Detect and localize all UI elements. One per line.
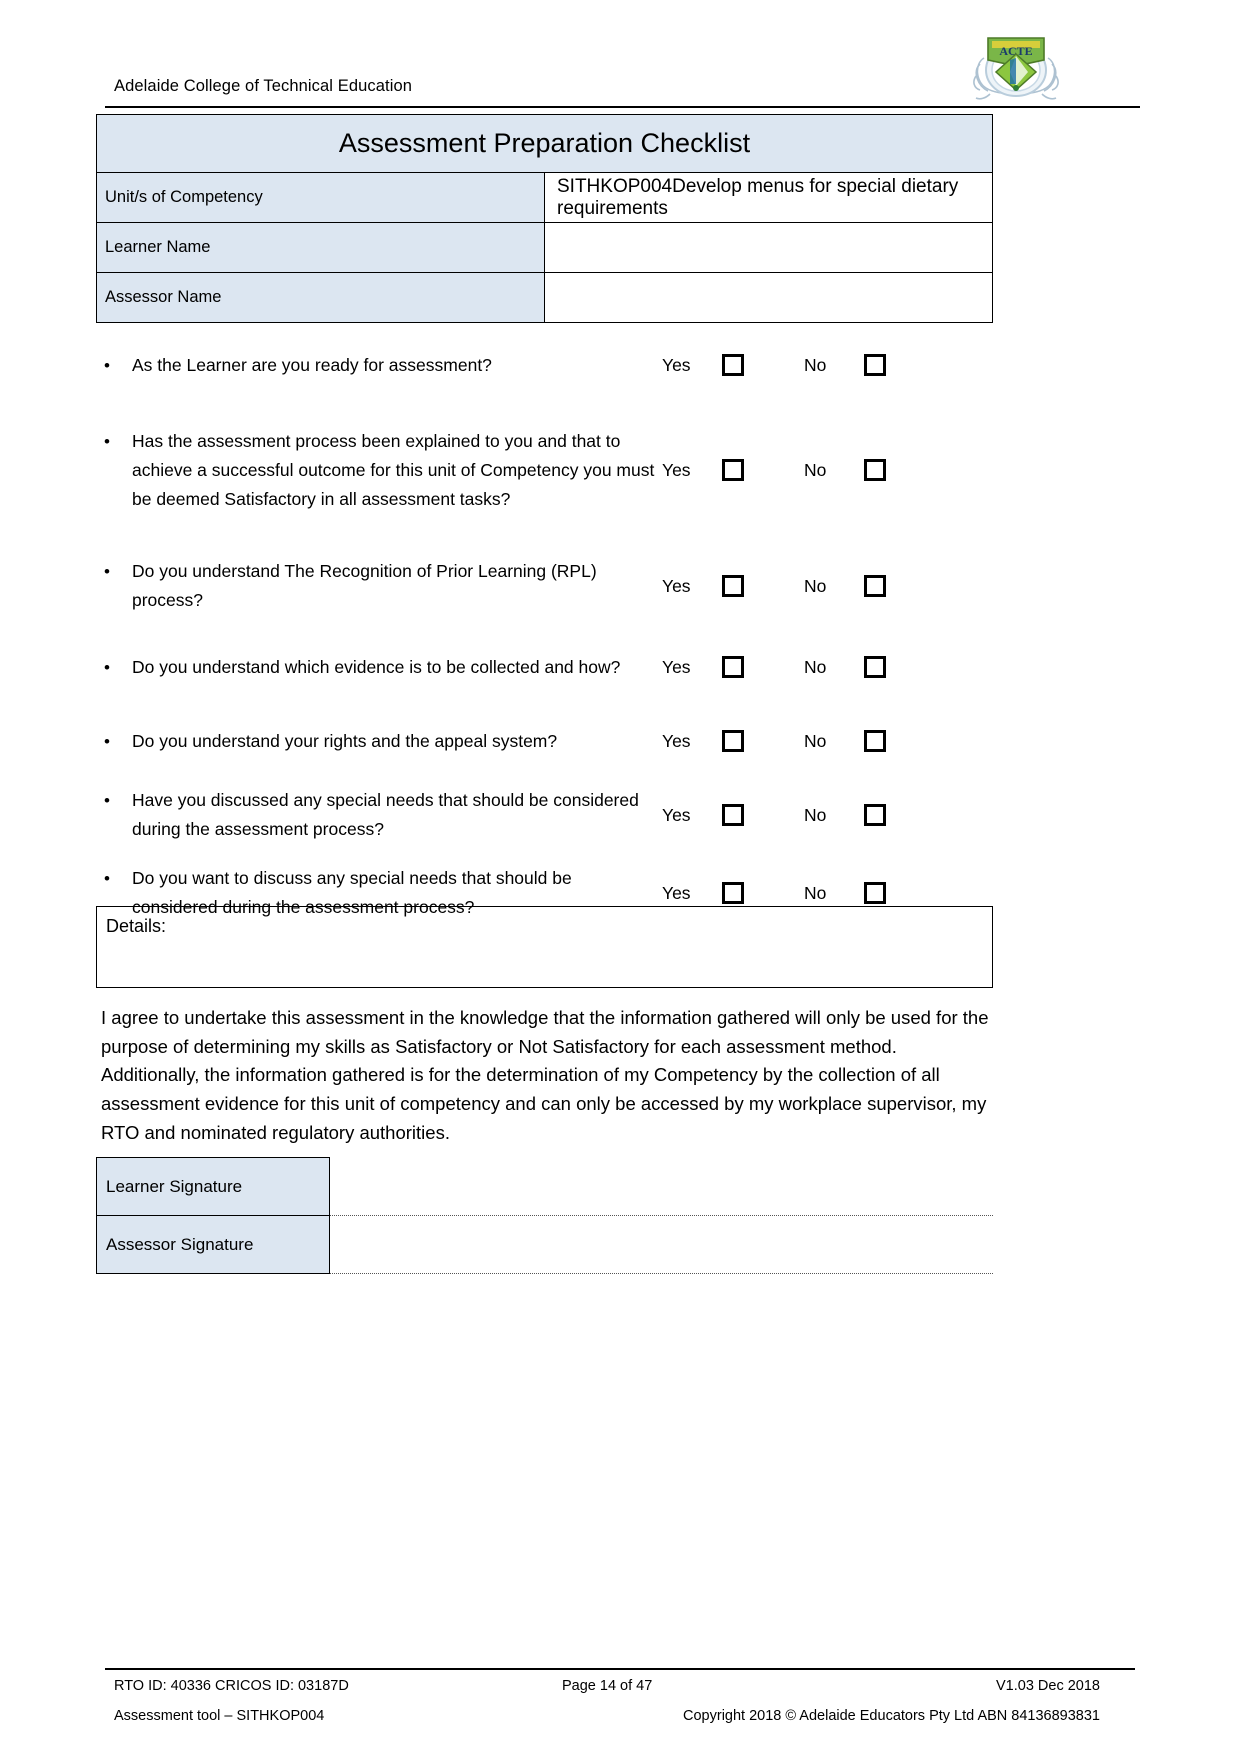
header-divider xyxy=(105,106,1140,108)
checkbox-yes[interactable] xyxy=(722,354,744,376)
checkbox-no[interactable] xyxy=(864,656,886,678)
details-input-box[interactable]: Details: xyxy=(96,906,993,988)
checkbox-no[interactable] xyxy=(864,730,886,752)
checklist-questions: • As the Learner are you ready for asses… xyxy=(96,334,993,932)
bullet-icon: • xyxy=(104,431,110,451)
checkbox-no[interactable] xyxy=(864,804,886,826)
question-text: Do you understand which evidence is to b… xyxy=(132,656,621,677)
yes-label: Yes xyxy=(662,354,691,375)
table-row-learner-signature: Learner Signature xyxy=(96,1157,993,1216)
table-row-title: Assessment Preparation Checklist xyxy=(96,114,993,173)
checkbox-yes[interactable] xyxy=(722,882,744,904)
no-label: No xyxy=(804,459,827,480)
no-label: No xyxy=(804,730,827,751)
table-row-assessor-name: Assessor Name xyxy=(96,272,993,323)
label-assessor-signature: Assessor Signature xyxy=(96,1215,330,1274)
checklist-item: • As the Learner are you ready for asses… xyxy=(96,334,993,396)
question-text: Has the assessment process been explaine… xyxy=(132,430,655,509)
checkbox-no[interactable] xyxy=(864,882,886,904)
label-assessor-name: Assessor Name xyxy=(96,272,545,323)
value-learner-signature[interactable] xyxy=(329,1157,993,1216)
checklist-item: • Has the assessment process been explai… xyxy=(96,396,993,544)
details-label: Details: xyxy=(106,916,167,936)
answer-group: Yes No xyxy=(662,730,886,752)
footer-copyright: Copyright 2018 © Adelaide Educators Pty … xyxy=(683,1708,1100,1724)
bullet-icon: • xyxy=(104,731,110,751)
value-assessor-signature[interactable] xyxy=(329,1215,993,1274)
document-page: Adelaide College of Technical Education … xyxy=(0,0,1241,1754)
checkbox-yes[interactable] xyxy=(722,656,744,678)
value-assessor-name[interactable] xyxy=(544,272,993,323)
page-header: Adelaide College of Technical Education … xyxy=(105,28,1140,108)
no-label: No xyxy=(804,882,827,903)
answer-group: Yes No xyxy=(662,575,886,597)
footer-assessment-tool: Assessment tool – SITHKOP004 xyxy=(114,1708,325,1724)
bullet-icon: • xyxy=(104,791,110,810)
checkbox-yes[interactable] xyxy=(722,575,744,597)
footer-rto-id: RTO ID: 40336 CRICOS ID: 03187D xyxy=(114,1678,349,1694)
value-learner-name[interactable] xyxy=(544,222,993,273)
yes-label: Yes xyxy=(662,656,691,677)
question-text: Do you understand your rights and the ap… xyxy=(132,730,558,751)
agreement-paragraph: I agree to undertake this assessment in … xyxy=(101,1007,989,1143)
bullet-icon: • xyxy=(104,657,110,677)
college-crest-logo-icon: ACTE xyxy=(970,24,1062,106)
checkbox-yes[interactable] xyxy=(722,730,744,752)
assessment-info-table: Assessment Preparation Checklist Unit/s … xyxy=(96,114,993,323)
label-unit-of-competency: Unit/s of Competency xyxy=(96,172,545,223)
answer-group: Yes No xyxy=(662,882,886,904)
checkbox-yes[interactable] xyxy=(722,459,744,481)
no-label: No xyxy=(804,354,827,375)
yes-label: Yes xyxy=(662,575,691,596)
answer-group: Yes No xyxy=(662,354,886,376)
answer-group: Yes No xyxy=(662,804,886,826)
checklist-item: • Do you understand The Recognition of P… xyxy=(96,544,993,628)
bullet-icon: • xyxy=(104,562,110,581)
footer-version: V1.03 Dec 2018 xyxy=(996,1678,1100,1694)
checkbox-yes[interactable] xyxy=(722,804,744,826)
question-text: As the Learner are you ready for assessm… xyxy=(132,354,492,375)
question-text: Do you understand The Recognition of Pri… xyxy=(132,561,597,610)
yes-label: Yes xyxy=(662,804,691,825)
yes-label: Yes xyxy=(662,459,691,480)
table-row-assessor-signature: Assessor Signature xyxy=(96,1215,993,1274)
bullet-icon: • xyxy=(104,869,110,888)
no-label: No xyxy=(804,656,827,677)
yes-label: Yes xyxy=(662,730,691,751)
label-learner-signature: Learner Signature xyxy=(96,1157,330,1216)
answer-group: Yes No xyxy=(662,656,886,678)
footer-divider xyxy=(105,1668,1135,1670)
footer-row-top: RTO ID: 40336 CRICOS ID: 03187D Page 14 … xyxy=(105,1678,1135,1708)
table-row-learner-name: Learner Name xyxy=(96,222,993,273)
checklist-item: • Do you understand which evidence is to… xyxy=(96,628,993,706)
footer-page-number: Page 14 of 47 xyxy=(562,1678,653,1694)
checklist-item: • Have you discussed any special needs t… xyxy=(96,776,993,854)
page-title: Assessment Preparation Checklist xyxy=(96,114,993,173)
footer-row-bottom: Assessment tool – SITHKOP004 Copyright 2… xyxy=(105,1708,1135,1738)
checkbox-no[interactable] xyxy=(864,575,886,597)
label-learner-name: Learner Name xyxy=(96,222,545,273)
no-label: No xyxy=(804,804,827,825)
checkbox-no[interactable] xyxy=(864,354,886,376)
page-footer: RTO ID: 40336 CRICOS ID: 03187D Page 14 … xyxy=(105,1668,1135,1738)
answer-group: Yes No xyxy=(662,459,886,481)
signature-table: Learner Signature Assessor Signature xyxy=(96,1157,993,1274)
bullet-icon: • xyxy=(104,355,110,375)
checklist-item: • Do you understand your rights and the … xyxy=(96,706,993,776)
organisation-name: Adelaide College of Technical Education xyxy=(114,77,413,95)
checkbox-no[interactable] xyxy=(864,459,886,481)
table-row-unit: Unit/s of Competency SITHKOP004Develop m… xyxy=(96,172,993,223)
value-unit-of-competency[interactable]: SITHKOP004Develop menus for special diet… xyxy=(544,172,993,223)
yes-label: Yes xyxy=(662,882,691,903)
no-label: No xyxy=(804,575,827,596)
question-text: Have you discussed any special needs tha… xyxy=(132,790,639,839)
